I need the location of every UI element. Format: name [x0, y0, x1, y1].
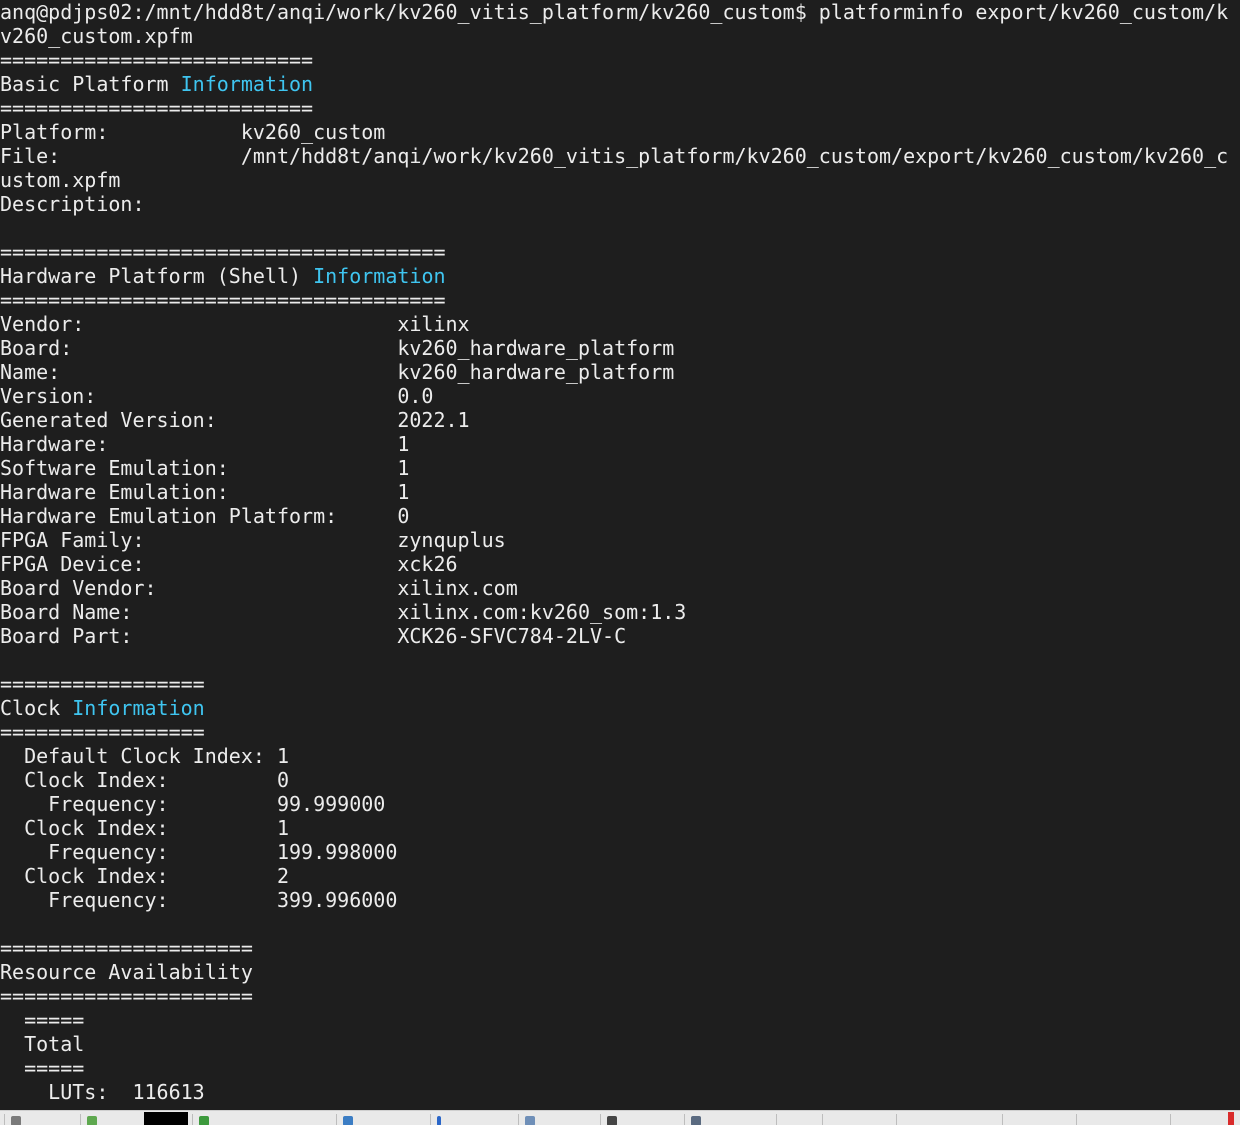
terminal-line: Clock Index: 1	[0, 816, 289, 840]
terminal-line: Board Vendor: xilinx.com	[0, 576, 518, 600]
terminal-line: Hardware Platform (Shell) Information	[0, 264, 1240, 288]
terminal-line: Board: kv260_hardware_platform	[0, 336, 675, 360]
terminal-line: Frequency: 99.999000	[0, 792, 386, 816]
file-manager-icon	[199, 1116, 209, 1125]
terminal-line: Description:	[0, 192, 145, 216]
terminal-line: =====	[0, 1056, 85, 1080]
terminal-line: Resource Availability	[0, 960, 253, 984]
terminal-taskbar-button[interactable]	[144, 1112, 188, 1125]
terminal-line: =====	[0, 1008, 85, 1032]
terminal-line: =====================	[0, 936, 253, 960]
terminal-line: =================	[0, 720, 205, 744]
taskbar-button[interactable]	[80, 1114, 140, 1125]
terminal-line: =====================================	[0, 240, 446, 264]
terminal-line: Hardware: 1	[0, 432, 410, 456]
window-icon	[11, 1116, 21, 1125]
terminal-line: FPGA Device: xck26	[0, 552, 458, 576]
taskbar-button[interactable]	[600, 1114, 682, 1125]
terminal-line: v260_custom.xpfm	[0, 24, 193, 48]
terminal-line: Vendor: xilinx	[0, 312, 470, 336]
app-icon	[87, 1116, 97, 1125]
terminal-line: Total	[0, 1032, 85, 1056]
terminal-line: Version: 0.0	[0, 384, 434, 408]
terminal-line: =================	[0, 672, 205, 696]
terminal-line: Clock Index: 2	[0, 864, 289, 888]
terminal-line: Hardware Emulation Platform: 0	[0, 504, 410, 528]
terminal-line: Hardware Emulation: 1	[0, 480, 410, 504]
terminal-line: LUTs: 116613	[0, 1080, 205, 1104]
information-keyword: Information	[313, 264, 446, 288]
taskbar-button[interactable]	[518, 1114, 598, 1125]
console-icon	[607, 1116, 617, 1125]
section-title: Hardware Platform (Shell)	[0, 264, 314, 288]
terminal-line: ustom.xpfm	[0, 168, 121, 192]
download-icon	[437, 1116, 441, 1125]
terminal-line: =====================	[0, 984, 253, 1008]
terminal-line: Frequency: 399.996000	[0, 888, 398, 912]
terminal-line: Software Emulation: 1	[0, 456, 410, 480]
terminal-line: anq@pdjps02:/mnt/hdd8t/anqi/work/kv260_v…	[0, 0, 1229, 24]
taskbar-button[interactable]	[336, 1114, 428, 1125]
terminal-line: ==========================	[0, 48, 314, 72]
terminal-line: =====================================	[0, 288, 446, 312]
terminal-line: Board Part: XCK26-SFVC784-2LV-C	[0, 624, 627, 648]
taskbar-button[interactable]	[1002, 1114, 1074, 1125]
taskbar-button[interactable]	[4, 1114, 46, 1125]
taskbar-button[interactable]	[192, 1114, 334, 1125]
terminal-line: Clock Index: 0	[0, 768, 289, 792]
terminal-line: ==========================	[0, 96, 314, 120]
taskbar-button[interactable]	[430, 1114, 516, 1125]
terminal-line: Generated Version: 2022.1	[0, 408, 470, 432]
taskbar-button[interactable]	[1170, 1114, 1220, 1125]
document-icon	[525, 1116, 535, 1125]
taskbar-button[interactable]	[1076, 1114, 1168, 1125]
section-title: Clock	[0, 696, 73, 720]
taskbar-alert-marker	[1228, 1112, 1234, 1125]
taskbar	[0, 1110, 1240, 1125]
taskbar-button[interactable]	[896, 1114, 1000, 1125]
terminal-output[interactable]: anq@pdjps02:/mnt/hdd8t/anqi/work/kv260_v…	[0, 0, 1240, 1110]
terminal-line: Basic Platform Information	[0, 72, 1240, 96]
taskbar-button[interactable]	[776, 1114, 820, 1125]
terminal-line: Platform: kv260_custom	[0, 120, 386, 144]
taskbar-button[interactable]	[684, 1114, 774, 1125]
editor-icon	[343, 1116, 353, 1125]
terminal-line: Board Name: xilinx.com:kv260_som:1.3	[0, 600, 687, 624]
terminal-line: File: /mnt/hdd8t/anqi/work/kv260_vitis_p…	[0, 144, 1229, 168]
terminal-line: Default Clock Index: 1	[0, 744, 289, 768]
information-keyword: Information	[180, 72, 314, 96]
device-icon	[691, 1116, 701, 1125]
terminal-line: Name: kv260_hardware_platform	[0, 360, 675, 384]
section-title: Basic Platform	[0, 72, 181, 96]
terminal-line: Frequency: 199.998000	[0, 840, 398, 864]
terminal-line: Clock Information	[0, 696, 1240, 720]
taskbar-button[interactable]	[822, 1114, 894, 1125]
information-keyword: Information	[72, 696, 205, 720]
terminal-line: FPGA Family: zynquplus	[0, 528, 506, 552]
